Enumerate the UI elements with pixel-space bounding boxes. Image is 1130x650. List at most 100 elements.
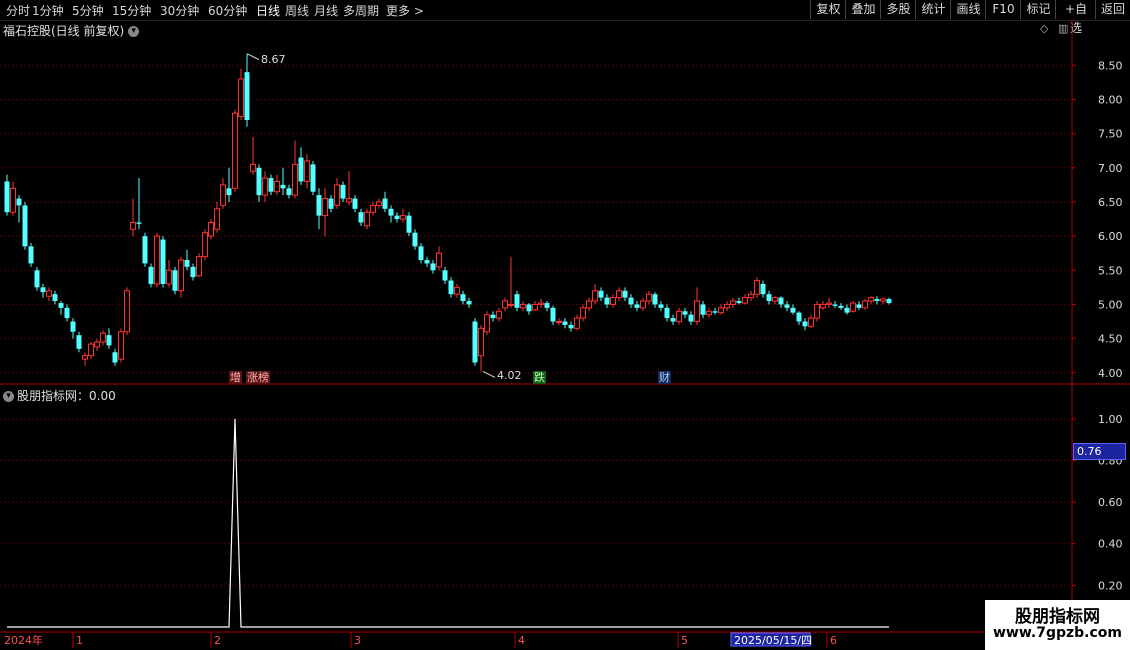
candle-body <box>310 164 316 192</box>
candle-body <box>724 303 730 309</box>
tag-zeng[interactable]: 增 <box>229 371 242 384</box>
candle-body <box>598 290 604 298</box>
candle-body <box>688 314 694 322</box>
candle-body <box>460 294 466 302</box>
candle-body <box>496 310 502 319</box>
candle-body <box>484 314 490 333</box>
price-tick-label: 5.00 <box>1098 298 1123 311</box>
month-label: 5 <box>681 634 688 647</box>
candle-body <box>220 184 226 206</box>
candle-body <box>40 287 46 293</box>
candle-body <box>472 321 478 363</box>
candle-body <box>304 160 310 182</box>
month-label: 6 <box>830 634 837 647</box>
candle-body <box>604 297 610 305</box>
candle-body <box>124 290 130 333</box>
candle-body <box>676 310 682 323</box>
low-price-label: 4.02 <box>497 369 522 383</box>
candle-body <box>634 304 640 308</box>
month-label: 4 <box>518 634 525 647</box>
candle-body <box>550 307 556 322</box>
candle-body <box>562 321 568 325</box>
candle-body <box>514 294 520 308</box>
price-tick-label: 8.50 <box>1098 59 1123 72</box>
candle-body <box>46 290 52 297</box>
candle-body <box>34 270 40 288</box>
candle-body <box>376 201 382 206</box>
tag-die[interactable]: 跌 <box>533 371 546 384</box>
candle-body <box>286 188 292 196</box>
candle-body <box>346 198 352 203</box>
candle-body <box>28 246 34 264</box>
candle-body <box>430 263 436 271</box>
candle-body <box>478 327 484 357</box>
candle-body <box>652 294 658 305</box>
candle-body <box>274 180 280 193</box>
candle-body <box>532 303 538 311</box>
candle-body <box>226 188 232 196</box>
candle-body <box>148 266 154 284</box>
indicator-tick-label: 0.40 <box>1098 538 1123 551</box>
candle-body <box>742 297 748 304</box>
month-label: 1 <box>76 634 83 647</box>
price-tick-label: 7.00 <box>1098 162 1123 175</box>
price-tick-label: 6.00 <box>1098 230 1123 243</box>
candle-body <box>814 303 820 319</box>
price-tick-label: 4.00 <box>1098 367 1123 380</box>
candle-body <box>202 232 208 258</box>
candle-body <box>118 331 124 360</box>
candle-body <box>748 293 754 299</box>
candle-body <box>130 221 136 230</box>
candle-body <box>364 211 370 227</box>
tag-cai[interactable]: 财 <box>658 371 671 384</box>
candle-body <box>808 317 814 327</box>
indicator-tick-label: 0.20 <box>1098 579 1123 592</box>
candle-body <box>862 300 868 309</box>
candle-body <box>610 297 616 305</box>
tag-zhangbang[interactable]: 涨榜 <box>246 371 270 384</box>
candle-body <box>586 300 592 309</box>
candle-body <box>760 283 766 295</box>
candle-body <box>208 221 214 237</box>
candle-body <box>370 204 376 213</box>
candle-body <box>832 304 838 306</box>
candle-body <box>280 184 286 189</box>
candle-body <box>628 297 634 305</box>
candle-body <box>262 177 268 196</box>
watermark: 股朋指标网 www.7gpzb.com <box>985 600 1130 650</box>
candle-body <box>868 297 874 302</box>
candle-body <box>160 239 166 284</box>
candle-body <box>88 343 94 357</box>
candle-body <box>700 304 706 315</box>
candle-body <box>154 235 160 285</box>
candle-body <box>250 163 256 172</box>
watermark-title: 股朋指标网 <box>1015 607 1100 627</box>
candle-body <box>844 307 850 313</box>
candle-body <box>712 311 718 313</box>
candle-body <box>568 324 574 329</box>
candle-body <box>268 178 274 192</box>
candle-body <box>4 181 10 213</box>
indicator-menu-icon[interactable]: ▾ <box>3 391 14 402</box>
price-tick-label: 6.50 <box>1098 196 1123 209</box>
candle-body <box>880 298 886 302</box>
candle-body <box>826 302 832 305</box>
month-label: 3 <box>354 634 361 647</box>
candle-body <box>106 335 112 346</box>
candle-body <box>802 321 808 327</box>
candle-body <box>232 112 238 189</box>
candle-body <box>442 270 448 281</box>
candle-body <box>190 266 196 278</box>
kline-chart[interactable]: 8.50 8.00 7.50 7.00 6.50 6.00 5.50 5.00 4.50 4.00… <box>0 0 1130 650</box>
candle-body <box>358 212 364 223</box>
candle-body <box>16 198 22 206</box>
candle-body <box>436 252 442 268</box>
candle-body <box>400 215 406 220</box>
candle-body <box>244 72 250 120</box>
candle-body <box>52 294 58 302</box>
indicator-title[interactable]: ▾ 股朋指标网：0.00 <box>3 387 116 404</box>
price-tick-label: 4.50 <box>1098 333 1123 346</box>
candle-body <box>328 198 334 209</box>
candle-body <box>706 310 712 316</box>
candle-body <box>418 246 424 261</box>
